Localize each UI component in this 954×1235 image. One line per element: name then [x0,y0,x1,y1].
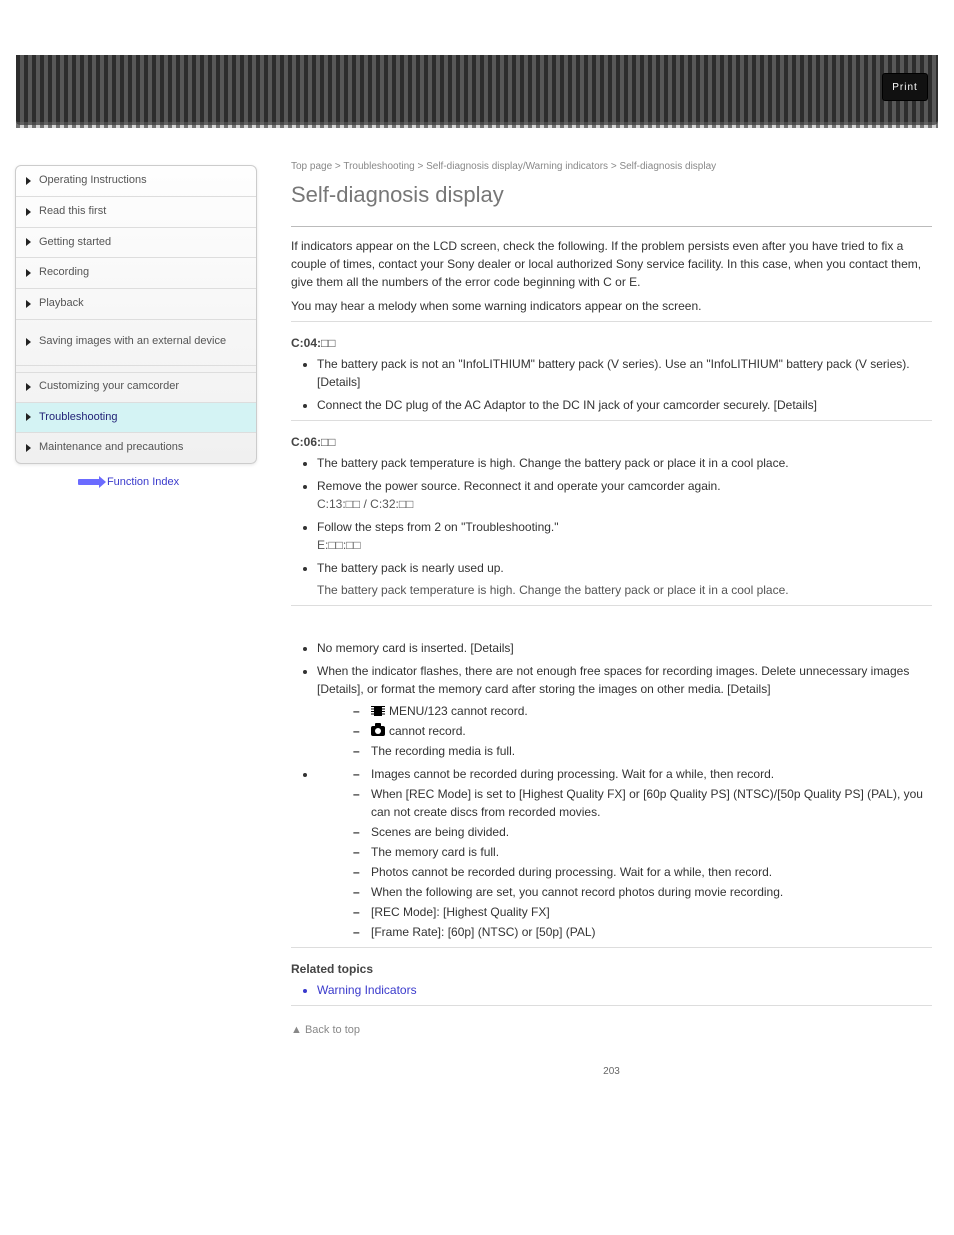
list-item: When the indicator flashes, there are no… [317,662,932,760]
back-label: Back to top [305,1024,360,1036]
chevron-right-icon [26,413,31,421]
divider [291,420,932,421]
sub-item-text: MENU/123 cannot record. [389,704,528,718]
chevron-right-icon [26,269,31,277]
list-item: The battery pack is nearly used up. The … [317,559,932,599]
sidebar-item-saving-images[interactable]: Saving images with an external device [16,320,256,366]
list-item-text: The battery pack is nearly used up. [317,561,504,575]
sidebar-item-label: Read this first [39,205,106,219]
page-header-band: Print [16,55,938,125]
arrow-right-icon [78,479,100,485]
sidebar-item-playback[interactable]: Playback [16,289,256,320]
sidebar-item-maintenance[interactable]: Maintenance and precautions [16,433,256,463]
function-index-label: Function Index [107,476,179,488]
breadcrumb: Top page > Troubleshooting > Self-diagno… [291,161,932,172]
sidebar-item-label: Saving images with an external device [39,335,226,349]
section-head: C:06:□□ [291,435,932,449]
sub-list-item: The recording media is full. [353,742,932,760]
list-item: Remove the power source. Reconnect it an… [317,477,932,513]
page-number: 203 [291,1066,932,1077]
section-list: The battery pack is not an "InfoLITHIUM"… [317,355,932,414]
chevron-right-icon [26,208,31,216]
list-item-text: When the indicator flashes, there are no… [317,664,909,696]
chevron-right-icon [26,177,31,185]
sidebar-item-operating-instructions[interactable]: Operating Instructions [16,166,256,197]
chevron-right-icon [26,338,31,346]
sub-list: MENU/123 cannot record. cannot record. T… [353,702,932,760]
section-head-memory [291,620,932,634]
sub-list-item: Photos cannot be recorded during process… [353,863,932,881]
list-item: Follow the steps from 2 on "Troubleshoot… [317,518,932,554]
sub-list-item: Scenes are being divided. [353,823,932,841]
sub-list-item: [Frame Rate]: [60p] (NTSC) or [50p] (PAL… [353,923,932,941]
list-item-sub: The battery pack temperature is high. Ch… [317,581,932,599]
list-item-text: Remove the power source. Reconnect it an… [317,479,721,493]
sidebar-item-label: Operating Instructions [39,174,147,188]
divider [291,321,932,322]
chevron-right-icon [26,383,31,391]
sub-list-item: [REC Mode]: [Highest Quality FX] [353,903,932,921]
chevron-right-icon [26,300,31,308]
sub-list: Images cannot be recorded during process… [353,765,932,941]
related-link[interactable]: Warning Indicators [317,981,932,999]
sidebar-item-label: Maintenance and precautions [39,441,183,455]
page-title: Self-diagnosis display [291,182,932,208]
chevron-right-icon [26,444,31,452]
divider [291,1005,932,1006]
print-button[interactable]: Print [882,73,928,101]
sidebar-item-getting-started[interactable]: Getting started [16,228,256,259]
sidebar-item-label: Customizing your camcorder [39,380,179,394]
note-text: You may hear a melody when some warning … [291,299,932,313]
sub-list-item: When [REC Mode] is set to [Highest Quali… [353,785,932,821]
sidebar-item-label: Recording [39,266,89,280]
sub-list-item: When the following are set, you cannot r… [353,883,932,901]
camera-icon [371,726,385,736]
related-topics-head: Related topics [291,962,932,976]
function-index-link[interactable]: Function Index [0,476,257,488]
back-to-top-link[interactable]: ▲ Back to top [291,1024,932,1036]
list-item-text: The battery pack temperature is high. Ch… [317,456,789,470]
sub-list-item: cannot record. [353,722,932,740]
list-item: Connect the DC plug of the AC Adaptor to… [317,396,932,414]
sub-item-text: cannot record. [389,724,466,738]
divider [291,226,932,227]
section-list: No memory card is inserted. [Details] Wh… [317,639,932,941]
list-item-text: Follow the steps from 2 on "Troubleshoot… [317,520,559,534]
sub-list-item: The memory card is full. [353,843,932,861]
sidebar-item-troubleshooting[interactable]: Troubleshooting [16,403,256,434]
sidebar-item-label: Playback [39,297,84,311]
main-content: Top page > Troubleshooting > Self-diagno… [257,125,954,1117]
sub-list-item: Images cannot be recorded during process… [353,765,932,783]
code-ref: C:13:□□ / C:32:□□ [317,497,413,511]
sidebar-item-recording[interactable]: Recording [16,258,256,289]
related-list: Warning Indicators [317,981,932,999]
chevron-right-icon [26,238,31,246]
code-ref: E:□□:□□ [317,538,361,552]
list-item: The battery pack temperature is high. Ch… [317,454,932,472]
sidebar-item-label: Getting started [39,236,111,250]
section-head: C:04:□□ [291,336,932,350]
sidebar-item-label: Troubleshooting [39,411,117,425]
sidebar-nav: Operating Instructions Read this first G… [15,165,257,464]
list-item: No memory card is inserted. [Details] [317,639,932,657]
divider [291,605,932,606]
divider [291,947,932,948]
sidebar-item-customizing[interactable]: Customizing your camcorder [16,366,256,403]
sidebar-item-read-first[interactable]: Read this first [16,197,256,228]
list-item: Images cannot be recorded during process… [317,765,932,941]
sub-list-item: MENU/123 cannot record. [353,702,932,720]
list-item: The battery pack is not an "InfoLITHIUM"… [317,355,932,391]
film-icon [371,706,385,716]
intro-text: If indicators appear on the LCD screen, … [291,237,932,291]
section-list: The battery pack temperature is high. Ch… [317,454,932,599]
